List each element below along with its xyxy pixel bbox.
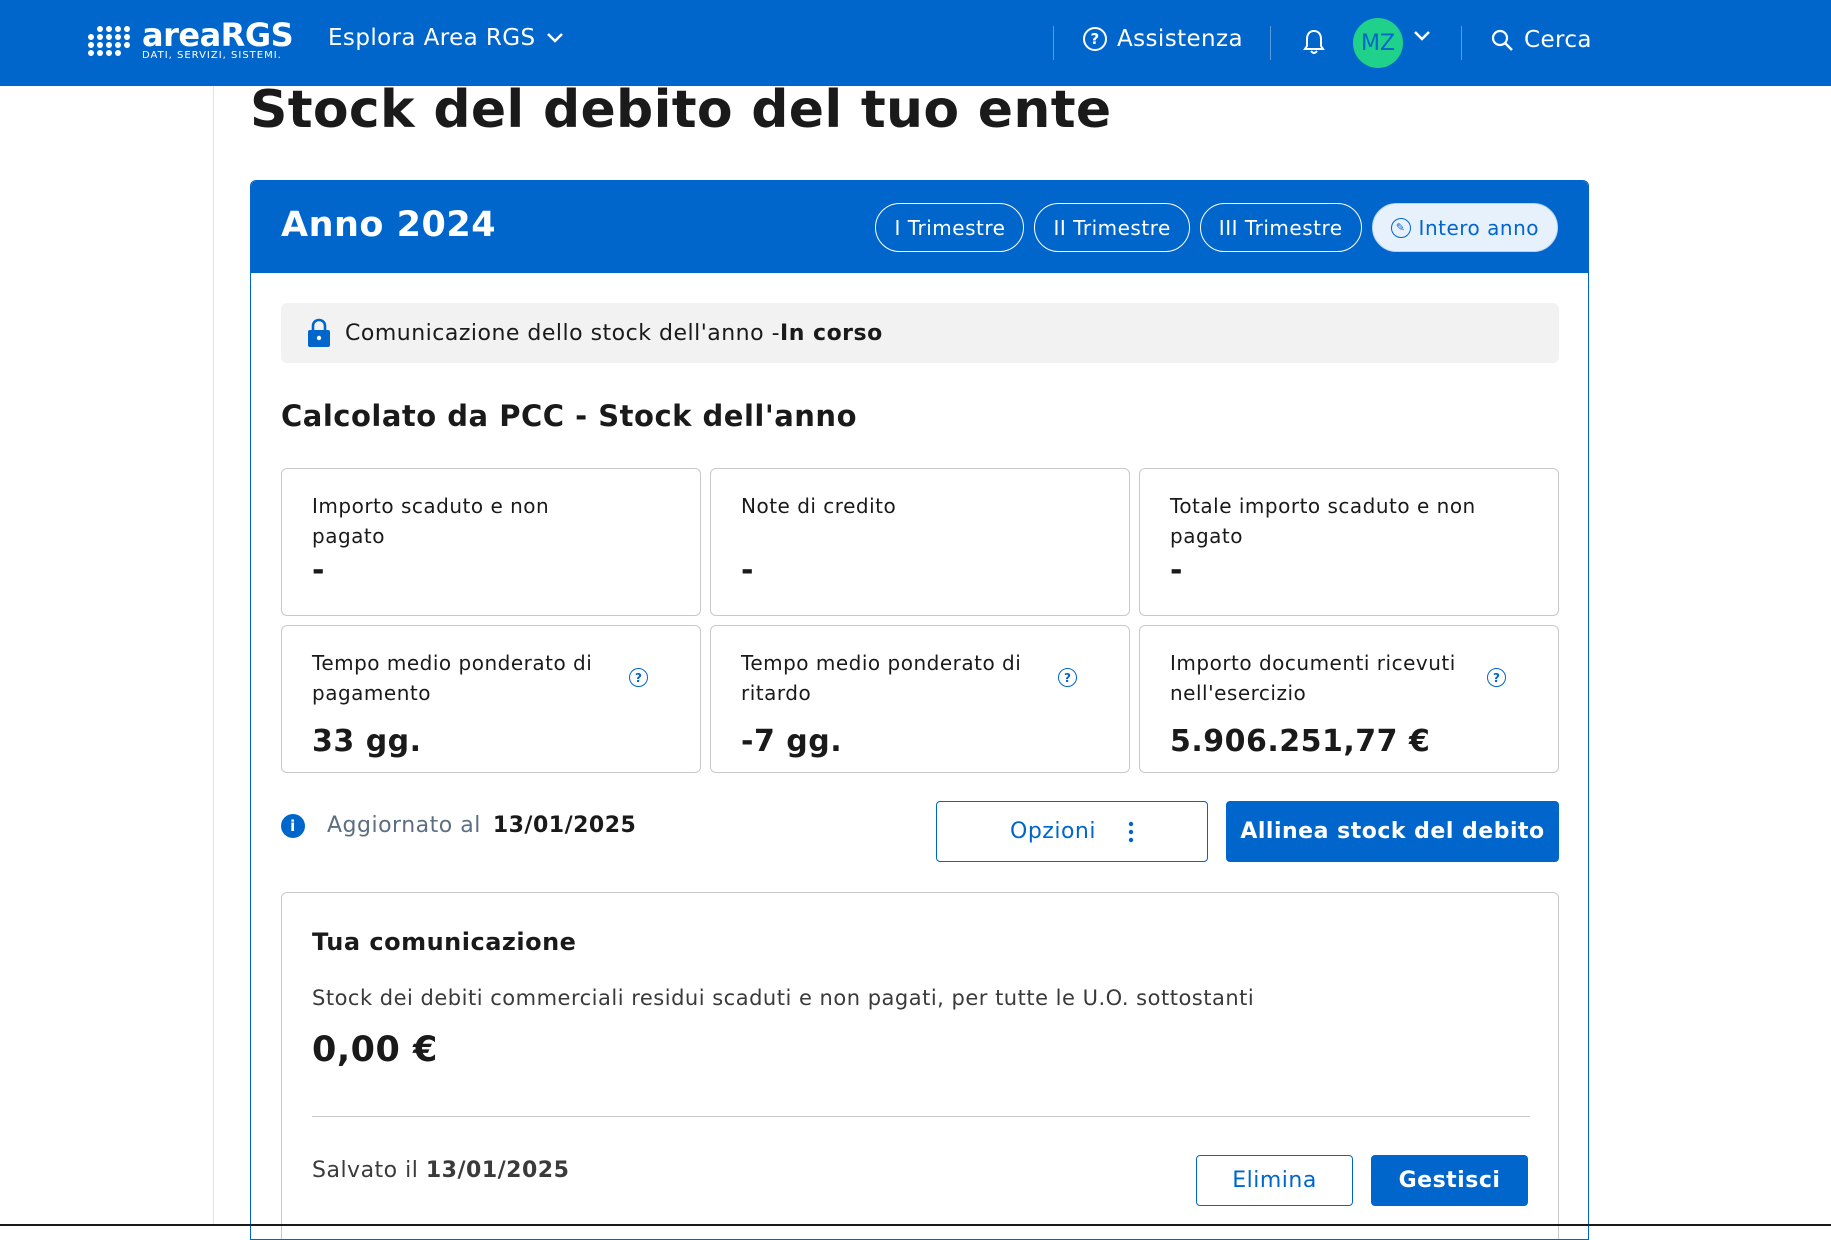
- communication-card: Tua comunicazione Stock dei debiti comme…: [281, 892, 1559, 1239]
- updated-date: 13/01/2025: [492, 813, 637, 838]
- avatar[interactable]: MZ: [1353, 18, 1403, 68]
- kpi-card-overdue: Importo scaduto e non pagato -: [281, 468, 701, 616]
- kpi-value: -: [312, 553, 325, 588]
- nav-divider: [1053, 26, 1054, 60]
- edit-icon: ✎: [1390, 217, 1411, 238]
- kpi-card-total-overdue: Totale importo scaduto e non pagato -: [1139, 468, 1559, 616]
- status-text: Comunicazione dello stock dell'anno -: [345, 320, 781, 346]
- explore-menu[interactable]: Esplora Area RGS: [328, 25, 565, 51]
- help-icon: ?: [1083, 27, 1107, 51]
- kpi-card-credit-notes: Note di credito -: [710, 468, 1130, 616]
- search-button[interactable]: Cerca: [1490, 27, 1592, 53]
- layout-divider: [213, 86, 214, 1226]
- more-vertical-icon: [1128, 821, 1134, 842]
- tab-first-quarter[interactable]: I Trimestre: [875, 203, 1025, 252]
- kpi-label: Tempo medio ponderato di pagamento: [312, 651, 593, 705]
- communication-title: Tua comunicazione: [312, 928, 577, 956]
- section-title: Calcolato da PCC - Stock dell'anno: [281, 399, 857, 433]
- tab-label: III Trimestre: [1218, 215, 1343, 240]
- status-value: In corso: [780, 320, 883, 346]
- tab-label: Intero anno: [1418, 215, 1539, 240]
- top-navbar: areaRGS DATI, SERVIZI, SISTEMI. Esplora …: [0, 0, 1831, 86]
- logo-dots-icon: [88, 26, 132, 56]
- manage-button[interactable]: Gestisci: [1371, 1155, 1528, 1206]
- kpi-label: Importo documenti ricevuti nell'esercizi…: [1170, 651, 1456, 705]
- saved-info: Salvato il 13/01/2025: [312, 1158, 569, 1183]
- kpi-value: -: [1170, 553, 1183, 588]
- avatar-initials: MZ: [1360, 30, 1396, 56]
- kpi-card-documents-amount: Importo documenti ricevuti nell'esercizi…: [1139, 625, 1559, 773]
- updated-label: Aggiornato al: [327, 813, 481, 838]
- options-label: Opzioni: [1010, 819, 1096, 844]
- help-icon[interactable]: ?: [1487, 668, 1506, 687]
- logo-name: areaRGS: [142, 16, 294, 54]
- user-menu-chevron[interactable]: [1412, 28, 1432, 47]
- divider: [312, 1116, 1530, 1117]
- info-icon: i: [281, 813, 305, 838]
- delete-button[interactable]: Elimina: [1196, 1155, 1353, 1206]
- help-icon[interactable]: ?: [629, 668, 648, 687]
- chevron-down-icon: [1414, 31, 1430, 41]
- communication-amount: 0,00 €: [312, 1030, 438, 1070]
- period-tabs: I Trimestre II Trimestre III Trimestre ✎…: [875, 203, 1558, 252]
- tab-second-quarter[interactable]: II Trimestre: [1034, 203, 1190, 252]
- tab-label: I Trimestre: [894, 215, 1006, 240]
- logo-tagline: DATI, SERVIZI, SISTEMI.: [142, 50, 282, 61]
- lock-icon: [308, 318, 330, 347]
- explore-label: Esplora Area RGS: [328, 25, 536, 51]
- kpi-label: Tempo medio ponderato di ritardo: [741, 651, 1022, 705]
- communication-description: Stock dei debiti commerciali residui sca…: [312, 986, 1255, 1010]
- options-button[interactable]: Opzioni: [936, 801, 1208, 862]
- status-banner: Comunicazione dello stock dell'anno - In…: [281, 303, 1559, 363]
- kpi-label: Importo scaduto e non pagato: [312, 494, 550, 548]
- last-updated: i Aggiornato al 13/01/2025: [281, 813, 636, 838]
- year-card-header: Anno 2024 I Trimestre II Trimestre III T…: [251, 181, 1588, 273]
- kpi-value: 33 gg.: [312, 724, 422, 759]
- search-icon: [1491, 29, 1513, 51]
- search-label: Cerca: [1524, 27, 1592, 53]
- chevron-down-icon: [547, 33, 564, 43]
- tab-full-year[interactable]: ✎ Intero anno: [1371, 203, 1558, 252]
- tab-label: II Trimestre: [1053, 215, 1171, 240]
- kpi-label: Note di credito: [741, 494, 897, 518]
- kpi-card-delay-time: Tempo medio ponderato di ritardo ? -7 gg…: [710, 625, 1130, 773]
- kpi-value: -: [741, 553, 754, 588]
- tab-third-quarter[interactable]: III Trimestre: [1199, 203, 1362, 252]
- nav-divider: [1461, 26, 1462, 60]
- bell-icon: [1303, 29, 1325, 54]
- year-title: Anno 2024: [281, 205, 497, 245]
- help-icon[interactable]: ?: [1058, 668, 1077, 687]
- align-stock-button[interactable]: Allinea stock del debito: [1226, 801, 1559, 862]
- year-card: Anno 2024 I Trimestre II Trimestre III T…: [250, 180, 1589, 1240]
- kpi-value: -7 gg.: [741, 724, 843, 759]
- kpi-value: 5.906.251,77 €: [1170, 724, 1431, 759]
- notifications-button[interactable]: [1302, 28, 1326, 60]
- page-title: Stock del debito del tuo ente: [250, 80, 1112, 140]
- logo[interactable]: areaRGS DATI, SERVIZI, SISTEMI.: [88, 16, 294, 62]
- kpi-card-payment-time: Tempo medio ponderato di pagamento ? 33 …: [281, 625, 701, 773]
- help-label: Assistenza: [1117, 26, 1243, 52]
- help-link[interactable]: ? Assistenza: [1083, 26, 1243, 52]
- nav-divider: [1270, 26, 1271, 60]
- kpi-label: Totale importo scaduto e non pagato: [1170, 494, 1476, 548]
- saved-label: Salvato il: [312, 1158, 426, 1183]
- saved-date: 13/01/2025: [425, 1158, 570, 1183]
